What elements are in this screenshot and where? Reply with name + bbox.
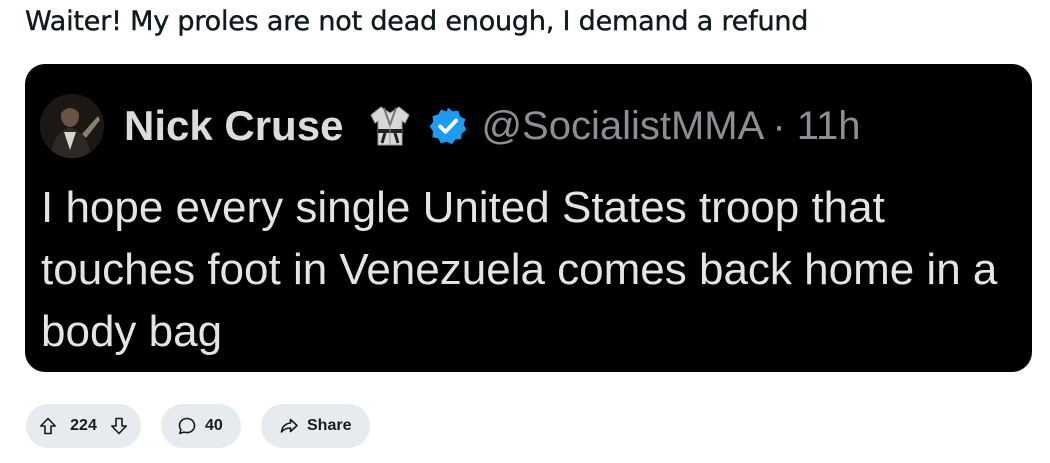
share-icon (280, 418, 298, 433)
comments-button[interactable]: 40 (161, 404, 241, 448)
martial-arts-uniform-icon (370, 106, 411, 146)
vote-pill: 224 (26, 404, 141, 448)
tweet-author-name: Nick Cruse (124, 102, 344, 149)
downvote-button[interactable] (107, 414, 131, 438)
avatar (40, 94, 104, 158)
tweet-text: I hope every single United States troop … (41, 183, 998, 356)
arrow-up-icon (40, 417, 56, 435)
comment-icon (178, 417, 196, 435)
post-action-bar: 224 40 Share (26, 404, 370, 448)
upvote-button[interactable] (36, 414, 60, 438)
share-button[interactable]: Share (261, 404, 370, 448)
share-label: Share (307, 417, 352, 434)
arrow-down-icon (110, 417, 127, 435)
verified-badge-icon (430, 107, 467, 145)
upvote-count: 224 (70, 417, 97, 434)
post-title[interactable]: Waiter! My proles are not dead enough, I… (25, 6, 809, 37)
tweet-handle: @SocialistMMA (481, 103, 765, 148)
tweet-header: Nick Cruse @SocialistMMA · 11h (40, 94, 861, 158)
tweet-timestamp: · 11h (772, 103, 861, 148)
comment-count: 40 (205, 417, 223, 434)
